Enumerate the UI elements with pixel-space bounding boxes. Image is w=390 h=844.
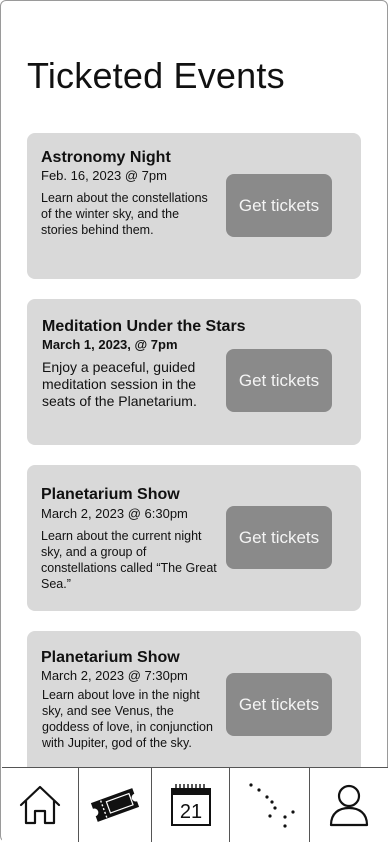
ticket-icon — [89, 783, 141, 827]
event-date: Feb. 16, 2023 @ 7pm — [41, 168, 167, 183]
event-title: Planetarium Show — [41, 486, 180, 503]
tab-calendar[interactable]: 21 — [151, 768, 229, 842]
tab-home[interactable] — [2, 768, 78, 842]
calendar-icon: 21 — [169, 781, 213, 829]
event-date: March 1, 2023, @ 7pm — [42, 337, 178, 352]
get-tickets-button[interactable]: Get tickets — [226, 673, 332, 736]
event-title: Meditation Under the Stars — [42, 318, 246, 335]
event-card: Astronomy Night Feb. 16, 2023 @ 7pm Lear… — [27, 133, 361, 279]
event-card: Planetarium Show March 2, 2023 @ 6:30pm … — [27, 465, 361, 611]
home-icon — [18, 783, 62, 827]
event-title: Astronomy Night — [41, 149, 171, 166]
event-description: Learn about love in the night sky, and s… — [42, 688, 213, 750]
event-date: March 2, 2023 @ 6:30pm — [41, 506, 188, 521]
page-title: Ticketed Events — [27, 55, 285, 96]
event-title: Planetarium Show — [41, 649, 180, 666]
event-description: Learn about the constellations of the wi… — [41, 191, 208, 237]
tab-tickets[interactable] — [78, 768, 151, 842]
bottom-tab-bar: 21 — [2, 767, 388, 842]
get-tickets-button[interactable]: Get tickets — [226, 174, 332, 237]
event-description: Enjoy a peaceful, guided meditation sess… — [42, 359, 197, 409]
get-tickets-button[interactable]: Get tickets — [226, 506, 332, 569]
get-tickets-button[interactable]: Get tickets — [226, 349, 332, 412]
profile-icon — [328, 783, 370, 827]
phone-frame: Ticketed Events Astronomy Night Feb. 16,… — [0, 0, 388, 842]
calendar-day: 21 — [179, 801, 201, 823]
tab-profile[interactable] — [309, 768, 388, 842]
event-card: Meditation Under the Stars March 1, 2023… — [27, 299, 361, 445]
event-description: Learn about the current night sky, and a… — [41, 529, 217, 591]
constellation-icon — [238, 780, 302, 830]
event-date: March 2, 2023 @ 7:30pm — [41, 668, 188, 683]
tab-sky[interactable] — [229, 768, 309, 842]
event-card: Planetarium Show March 2, 2023 @ 7:30pm … — [27, 631, 361, 771]
